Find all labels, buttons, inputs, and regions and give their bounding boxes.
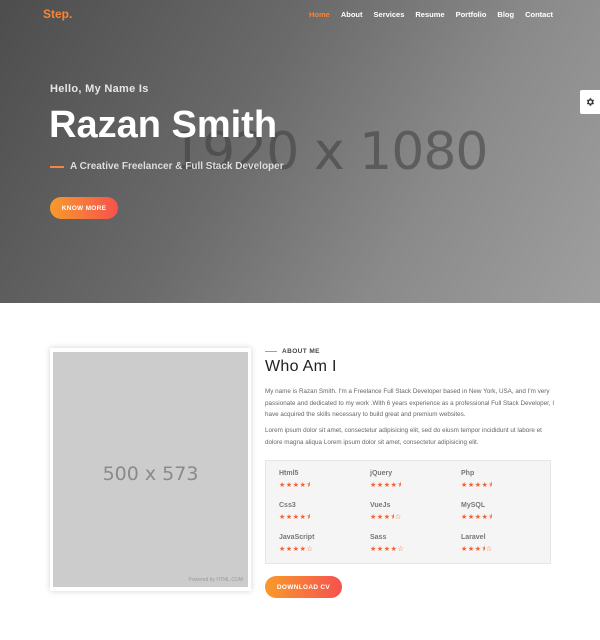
- skill-rating: ★★★★⯨: [279, 482, 311, 489]
- skill-rating: ★★★★⯨: [279, 514, 311, 521]
- settings-toggle[interactable]: [580, 90, 600, 114]
- skill-name: VueJs: [370, 502, 391, 509]
- nav-menu: Home About Services Resume Portfolio Blo…: [309, 10, 553, 19]
- top-navbar: Step. Home About Services Resume Portfol…: [0, 0, 600, 30]
- skill-name: Sass: [370, 534, 387, 541]
- nav-item-portfolio[interactable]: Portfolio: [456, 10, 487, 19]
- skill-rating: ★★★⯨☆: [461, 546, 493, 553]
- about-paragraph-1: My name is Razan Smith. I'm a Freelance …: [265, 388, 555, 418]
- about-paragraph-2: Lorem ipsum dolor sit amet, consectetur …: [265, 427, 542, 446]
- skill-name: Css3: [279, 502, 296, 509]
- logo[interactable]: Step.: [43, 7, 72, 21]
- photo-placeholder-label: 500 x 573: [102, 463, 199, 485]
- gear-icon: [586, 98, 594, 106]
- logo-dot: .: [69, 7, 73, 21]
- skill-name: JavaScript: [279, 534, 315, 541]
- skill-name: Php: [461, 470, 475, 477]
- about-title: Who Am I: [265, 358, 337, 375]
- logo-text: Step: [43, 7, 70, 21]
- skill-item: Php ★★★★⯨: [461, 470, 541, 492]
- skill-item: MySQL ★★★★⯨: [461, 502, 541, 524]
- skill-rating: ★★★★⯨: [370, 482, 402, 489]
- about-label-line: [265, 351, 277, 352]
- hero-greeting: Hello, My Name Is: [50, 83, 149, 95]
- hero-subtitle: A Creative Freelancer & Full Stack Devel…: [50, 161, 284, 172]
- hero-name: Razan Smith: [49, 104, 278, 146]
- skills-box: Html5 ★★★★⯨ jQuery ★★★★⯨ Php ★★★★⯨ Css3 …: [265, 460, 551, 564]
- skill-rating: ★★★★⯨: [461, 482, 493, 489]
- skill-name: jQuery: [370, 470, 393, 477]
- skill-rating: ★★★★☆: [370, 546, 405, 553]
- download-cv-button[interactable]: DOWNLOAD CV: [265, 576, 342, 598]
- hero-section: 1920 x 1080 Step. Home About Services Re…: [0, 0, 600, 303]
- know-more-button[interactable]: KNOW MORE: [50, 197, 118, 219]
- nav-item-home[interactable]: Home: [309, 10, 330, 19]
- nav-item-blog[interactable]: Blog: [497, 10, 514, 19]
- about-photo: 500 x 573 Powered by HTML.COM: [53, 352, 248, 587]
- skill-item: Laravel ★★★⯨☆: [461, 534, 541, 556]
- skill-rating: ★★★⯨☆: [370, 514, 402, 521]
- skill-name: Html5: [279, 470, 299, 477]
- skill-name: Laravel: [461, 534, 486, 541]
- photo-powered-by: Powered by HTML.COM: [188, 577, 243, 583]
- nav-item-resume[interactable]: Resume: [415, 10, 444, 19]
- skill-name: MySQL: [461, 502, 486, 509]
- subtitle-accent-line: [50, 165, 64, 168]
- skill-item: VueJs ★★★⯨☆: [370, 502, 450, 524]
- about-photo-frame: 500 x 573 Powered by HTML.COM: [50, 348, 251, 591]
- skill-item: Css3 ★★★★⯨: [279, 502, 359, 524]
- skill-item: jQuery ★★★★⯨: [370, 470, 450, 492]
- nav-item-contact[interactable]: Contact: [525, 10, 553, 19]
- skill-rating: ★★★★☆: [279, 546, 314, 553]
- skill-item: Sass ★★★★☆: [370, 534, 450, 553]
- about-label: ABOUT ME: [265, 348, 320, 355]
- nav-item-about[interactable]: About: [341, 10, 363, 19]
- skill-item: Html5 ★★★★⯨: [279, 470, 359, 492]
- skill-rating: ★★★★⯨: [461, 514, 493, 521]
- skill-item: JavaScript ★★★★☆: [279, 534, 359, 553]
- hero-subtitle-text: A Creative Freelancer & Full Stack Devel…: [70, 161, 284, 172]
- nav-item-services[interactable]: Services: [374, 10, 405, 19]
- about-label-text: ABOUT ME: [282, 348, 320, 355]
